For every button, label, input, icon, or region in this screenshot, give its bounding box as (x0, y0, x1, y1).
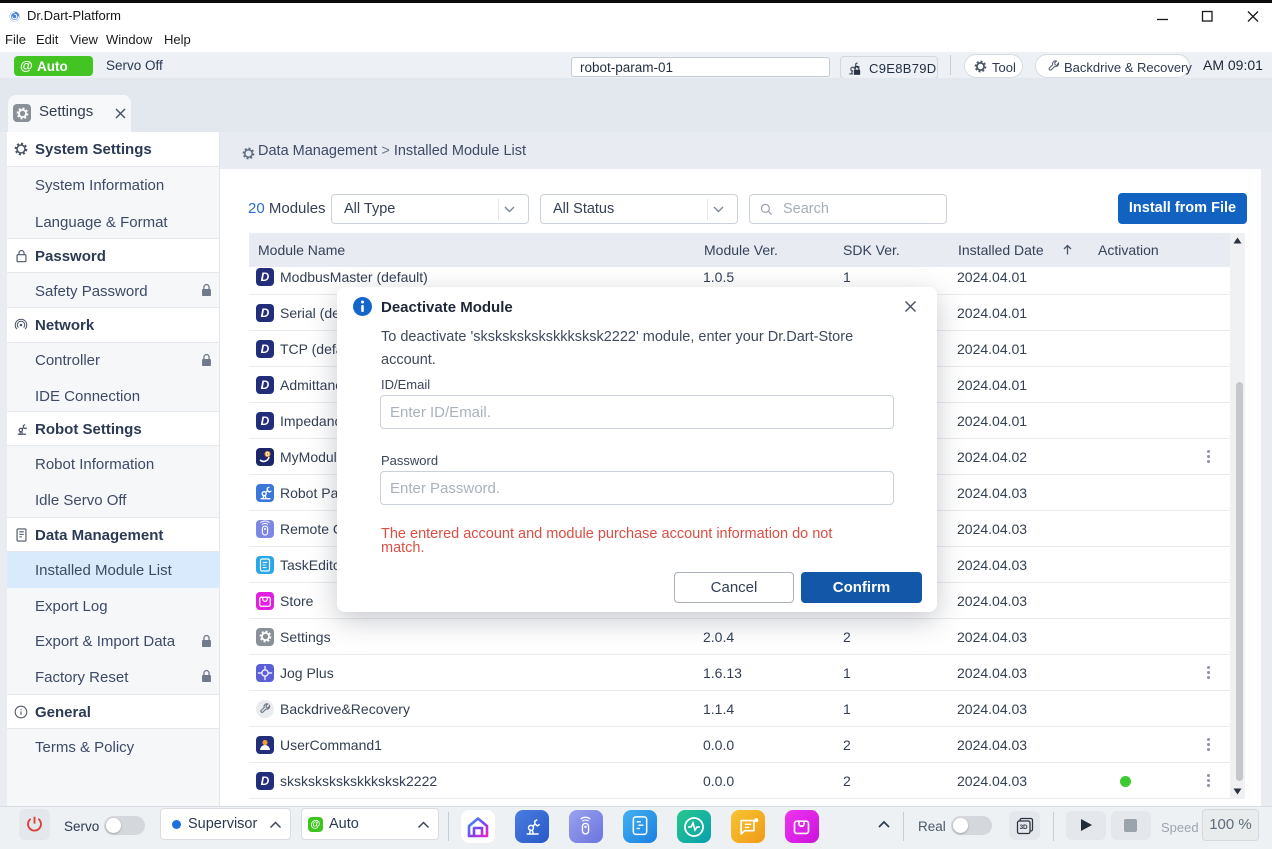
svg-text:3D: 3D (1019, 823, 1027, 830)
svg-text:D: D (266, 452, 270, 458)
